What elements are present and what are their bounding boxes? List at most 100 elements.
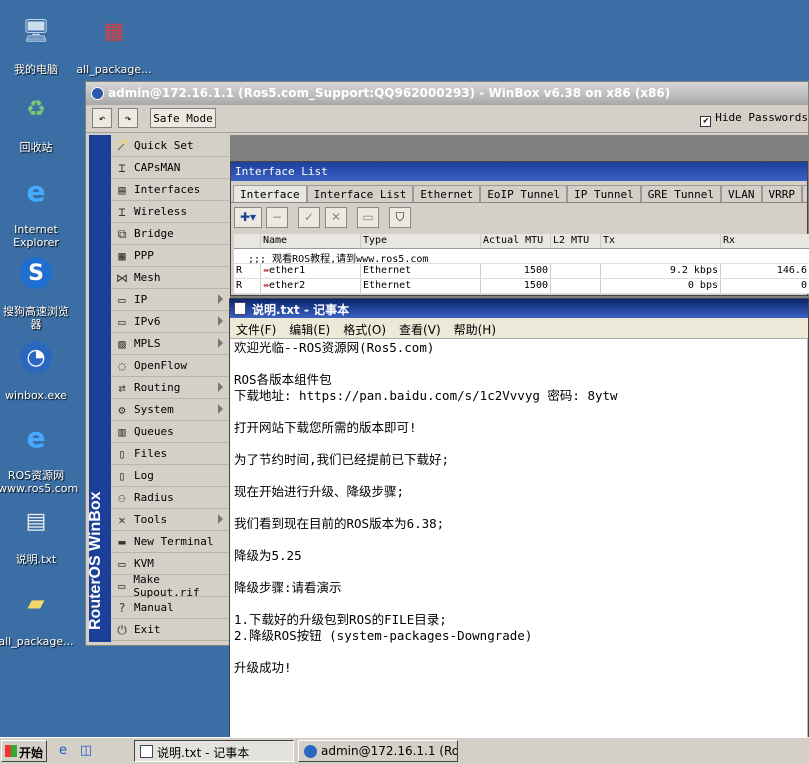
tab-vlan[interactable]: VLAN: [721, 185, 762, 202]
notepad-menu-bar: 文件(F) 编辑(E) 格式(O) 查看(V) 帮助(H): [230, 318, 808, 339]
row-name-text: ether1: [269, 265, 306, 276]
notepad-menu-item[interactable]: 文件(F): [236, 321, 276, 338]
menu-item-ipv6[interactable]: ▭ IPv6: [111, 311, 229, 333]
start-label: 开始: [19, 746, 44, 760]
column-header-actual-mtu[interactable]: Actual MTU: [481, 234, 551, 248]
tab-interface-list[interactable]: Interface List: [306, 185, 414, 202]
desktop-icon-internet-explorer[interactable]: e Internet Explorer: [0, 162, 74, 249]
taskbar-item-winbox[interactable]: admin@172.16.1.1 (Ros...: [298, 740, 458, 762]
column-header-rx[interactable]: Rx: [721, 234, 809, 248]
desktop-icon-label: 说明.txt: [15, 553, 57, 566]
ie-quicklaunch-icon[interactable]: e: [55, 743, 71, 759]
menu-item-quick-set[interactable]: 🪄 Quick Set: [111, 135, 229, 157]
tab-eoip-tunnel[interactable]: EoIP Tunnel: [480, 185, 568, 202]
winbox-icon: [304, 745, 317, 758]
redo-button[interactable]: ↷: [118, 108, 138, 128]
queues-icon: ▥: [118, 424, 126, 439]
comment-button[interactable]: ▭: [357, 207, 379, 228]
notepad-icon: [234, 302, 246, 315]
menu-item-files[interactable]: ▯ Files: [111, 443, 229, 465]
desktop-icon-winbox[interactable]: ◔ winbox.exe: [0, 328, 74, 402]
menu-item-exit[interactable]: ⏻ Exit: [111, 619, 229, 641]
text-line: 打开网站下载您所需的版本即可!: [234, 420, 417, 435]
taskbar-item-label: admin@172.16.1.1 (Ros...: [321, 744, 458, 758]
desktop-icon-folder[interactable]: ▰ all_package...: [0, 574, 74, 648]
table-row[interactable]: R ⇹ether2 Ethernet 1500 0 bps 0: [234, 279, 809, 294]
notepad-menu-item[interactable]: 格式(O): [343, 321, 386, 338]
menu-item-ip[interactable]: ▭ IP: [111, 289, 229, 311]
menu-item-interfaces[interactable]: ▤ Interfaces: [111, 179, 229, 201]
menu-item-tools[interactable]: ✕ Tools: [111, 509, 229, 531]
notepad-menu-item[interactable]: 编辑(E): [289, 321, 330, 338]
menu-item-openflow[interactable]: ◌ OpenFlow: [111, 355, 229, 377]
show-desktop-icon[interactable]: ◫: [78, 743, 94, 759]
submenu-arrow-icon: [218, 404, 223, 414]
column-header-l2-mtu[interactable]: L2 MTU: [551, 234, 601, 248]
desktop-icon-readme-txt[interactable]: ▤ 说明.txt: [0, 492, 74, 566]
menu-item-radius[interactable]: ⚇ Radius: [111, 487, 229, 509]
tab-ip-tunnel[interactable]: IP Tunnel: [567, 185, 641, 202]
enable-button[interactable]: ✓: [298, 207, 320, 228]
menu-item-mpls[interactable]: ▧ MPLS: [111, 333, 229, 355]
menu-item-queues[interactable]: ▥ Queues: [111, 421, 229, 443]
desktop-icon-recycle-bin[interactable]: ♻ 回收站: [0, 80, 74, 154]
start-button[interactable]: 开始: [1, 740, 47, 762]
menu-item-system[interactable]: ⚙ System: [111, 399, 229, 421]
menu-item-label: Wireless: [134, 205, 187, 218]
safe-mode-button[interactable]: Safe Mode: [150, 108, 216, 128]
menu-item-manual[interactable]: ? Manual: [111, 597, 229, 619]
desktop-icon-sogou-browser[interactable]: S 搜狗高速浏览 器: [0, 244, 74, 331]
menu-item-ppp[interactable]: ▦ PPP: [111, 245, 229, 267]
tab-interface[interactable]: Interface: [233, 185, 307, 202]
column-header-type[interactable]: Type: [361, 234, 481, 248]
menu-item-make-supout-rif[interactable]: ▭ Make Supout.rif: [111, 573, 229, 599]
text-line: [234, 500, 804, 516]
notepad-menu-item[interactable]: 帮助(H): [454, 321, 496, 338]
menu-item-label: OpenFlow: [134, 359, 187, 372]
filter-button[interactable]: ⛉: [389, 207, 411, 228]
tab-ethernet[interactable]: Ethernet: [413, 185, 481, 202]
menu-item-routing[interactable]: ⇄ Routing: [111, 377, 229, 399]
notepad-window: 说明.txt - 记事本 文件(F) 编辑(E) 格式(O) 查看(V) 帮助(H) 欢…: [229, 298, 809, 738]
menu-item-wireless[interactable]: ⌶ Wireless: [111, 201, 229, 223]
column-header-flags[interactable]: [234, 234, 261, 248]
column-header-tx[interactable]: Tx: [601, 234, 721, 248]
hide-passwords-label: Hide Passwords: [715, 111, 808, 124]
tab-gre-tunnel[interactable]: GRE Tunnel: [640, 185, 722, 202]
interface-list-title: Interface List: [235, 165, 328, 178]
text-line: [234, 404, 804, 420]
notepad-menu-item[interactable]: 查看(V): [399, 321, 441, 338]
comment-row[interactable]: ;;; 观看ROS教程,请到www.ros5.com: [234, 249, 809, 264]
tab-bonding[interactable]: Bonding: [802, 185, 807, 202]
desktop-icon-ros5-site[interactable]: e ROS资源网 www.ros5.com: [0, 408, 78, 495]
taskbar-item-notepad[interactable]: 说明.txt - 记事本: [134, 740, 294, 762]
desktop-icon-my-computer[interactable]: 🖥 我的电脑: [0, 2, 74, 76]
menu-item-mesh[interactable]: ⋈ Mesh: [111, 267, 229, 289]
submenu-arrow-icon: [218, 382, 223, 392]
undo-icon: ↶: [98, 111, 106, 125]
winbox-title-bar[interactable]: admin@172.16.1.1 (Ros5.com_Support:QQ962…: [86, 82, 808, 105]
menu-item-log[interactable]: ▯ Log: [111, 465, 229, 487]
mpls-icon: ▧: [118, 336, 126, 351]
menu-item-new-terminal[interactable]: ▬ New Terminal: [111, 531, 229, 553]
disable-button[interactable]: ✕: [325, 207, 347, 228]
desktop-icon-archive[interactable]: ▦ all_package...: [76, 2, 152, 76]
menu-item-bridge[interactable]: ⧉ Bridge: [111, 223, 229, 245]
text-line: 我们看到现在目前的ROS版本为6.38;: [234, 516, 445, 531]
interface-list-title-bar[interactable]: Interface List: [231, 162, 807, 181]
remove-button[interactable]: −: [266, 207, 288, 228]
notepad-title-bar[interactable]: 说明.txt - 记事本: [230, 299, 808, 318]
add-button[interactable]: ✚▾: [234, 207, 262, 228]
notepad-text-area[interactable]: 欢迎光临--ROS资源网(Ros5.com) ROS各版本组件包 下载地址: htt…: [230, 339, 808, 677]
hide-passwords-checkbox[interactable]: ✔ Hide Passwords: [700, 111, 808, 127]
menu-item-label: Interfaces: [134, 183, 201, 196]
tab-vrrp[interactable]: VRRP: [761, 185, 803, 202]
log-icon: ▯: [118, 468, 126, 483]
undo-button[interactable]: ↶: [92, 108, 112, 128]
text-line: 欢迎光临--ROS资源网(Ros5.com): [234, 340, 435, 355]
table-row[interactable]: R ⇹ether1 Ethernet 1500 9.2 kbps 146.6: [234, 264, 809, 279]
menu-item-capsman[interactable]: ⌶ CAPsMAN: [111, 157, 229, 179]
archive-icon: ▦: [103, 18, 125, 44]
row-type: Ethernet: [361, 279, 481, 293]
column-header-name[interactable]: Name: [261, 234, 361, 248]
